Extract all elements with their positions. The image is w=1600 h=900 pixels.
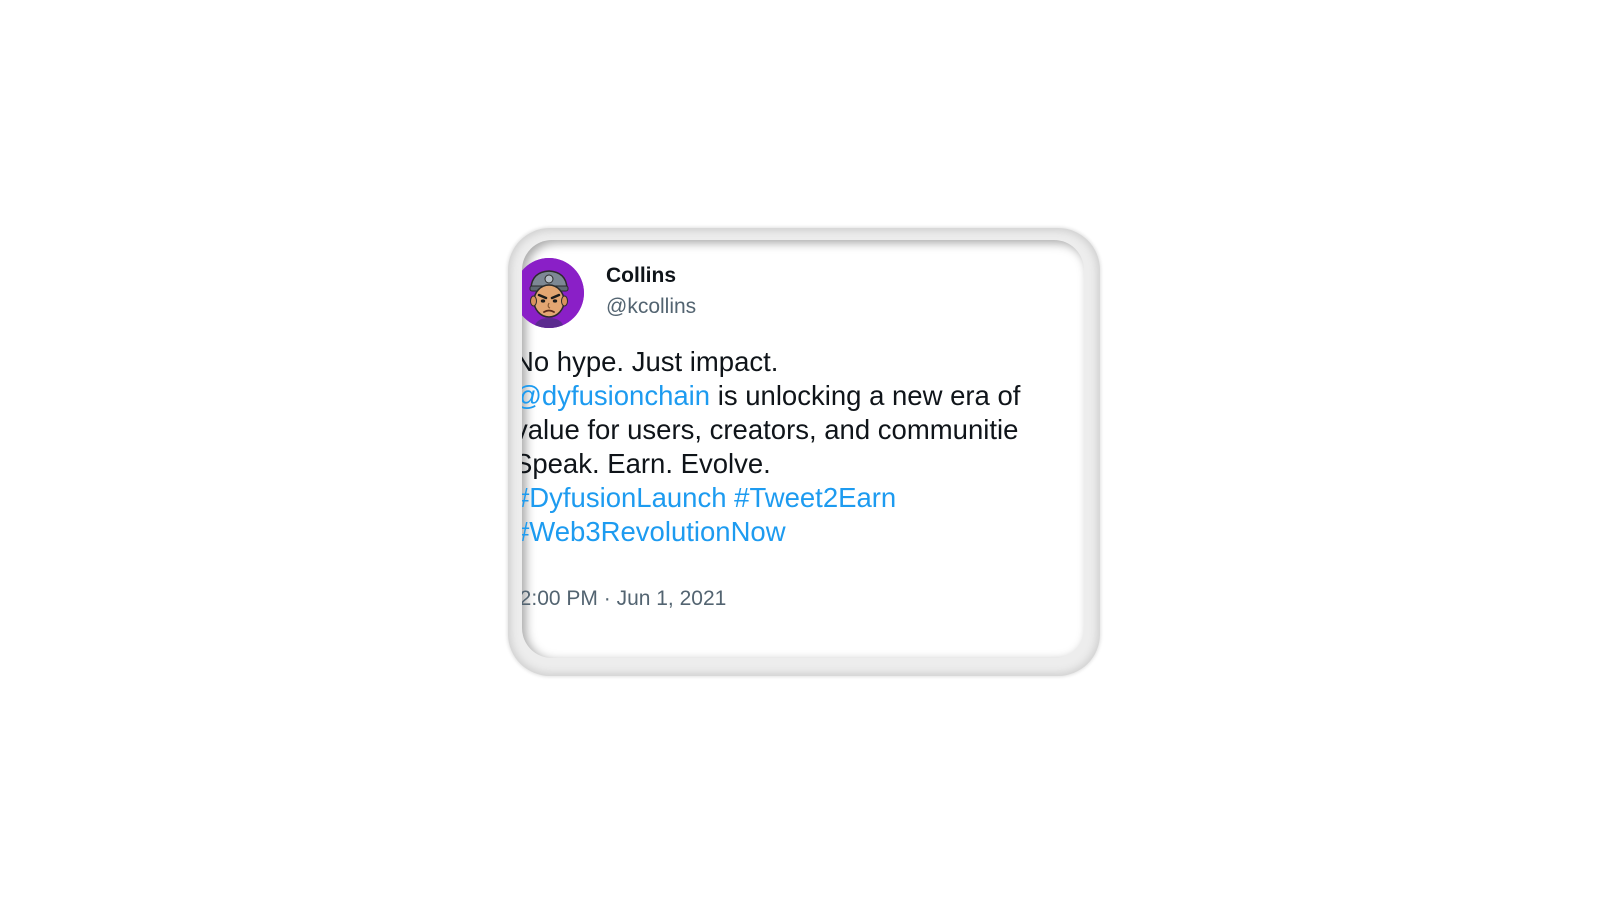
tweet-frame: Collins @kcollins No hype. Just impact. … bbox=[508, 228, 1100, 676]
tweet-line-2-text: is unlocking a new era of bbox=[710, 380, 1021, 411]
tweet-card: Collins @kcollins No hype. Just impact. … bbox=[522, 240, 1084, 658]
tweet-line-4: Speak. Earn. Evolve. bbox=[522, 448, 771, 479]
tweet-line-5: #DyfusionLaunch #Tweet2Earn bbox=[522, 481, 1020, 515]
tweet-text: No hype. Just impact. @dyfusionchain is … bbox=[522, 345, 1020, 549]
screenshot-stage: Collins @kcollins No hype. Just impact. … bbox=[0, 0, 1600, 900]
hashtag-link-dyfusionlaunch[interactable]: #DyfusionLaunch bbox=[522, 482, 727, 513]
author-avatar[interactable] bbox=[522, 258, 584, 328]
tweet-content: Collins @kcollins No hype. Just impact. … bbox=[522, 240, 1084, 658]
author-name[interactable]: Collins bbox=[606, 264, 676, 288]
tweet-line-3: value for users, creators, and communiti… bbox=[522, 414, 1019, 445]
tweet-line-6: #Web3RevolutionNow bbox=[522, 515, 1020, 549]
cartoon-face-icon bbox=[522, 258, 584, 328]
tweet-time: 12:00 PM bbox=[522, 587, 598, 610]
hashtag-link-web3revolutionnow[interactable]: #Web3RevolutionNow bbox=[522, 516, 786, 547]
tweet-line-2: @dyfusionchain is unlocking a new era of bbox=[522, 379, 1020, 413]
tweet-timestamp[interactable]: 12:00 PM · Jun 1, 2021 bbox=[522, 587, 726, 611]
tweet-line-1: No hype. Just impact. bbox=[522, 346, 779, 377]
author-handle[interactable]: @kcollins bbox=[606, 295, 696, 319]
hashtag-link-tweet2earn[interactable]: #Tweet2Earn bbox=[734, 482, 896, 513]
tweet-date: Jun 1, 2021 bbox=[616, 587, 727, 610]
mention-link[interactable]: @dyfusionchain bbox=[522, 380, 710, 411]
timestamp-separator: · bbox=[597, 587, 617, 610]
